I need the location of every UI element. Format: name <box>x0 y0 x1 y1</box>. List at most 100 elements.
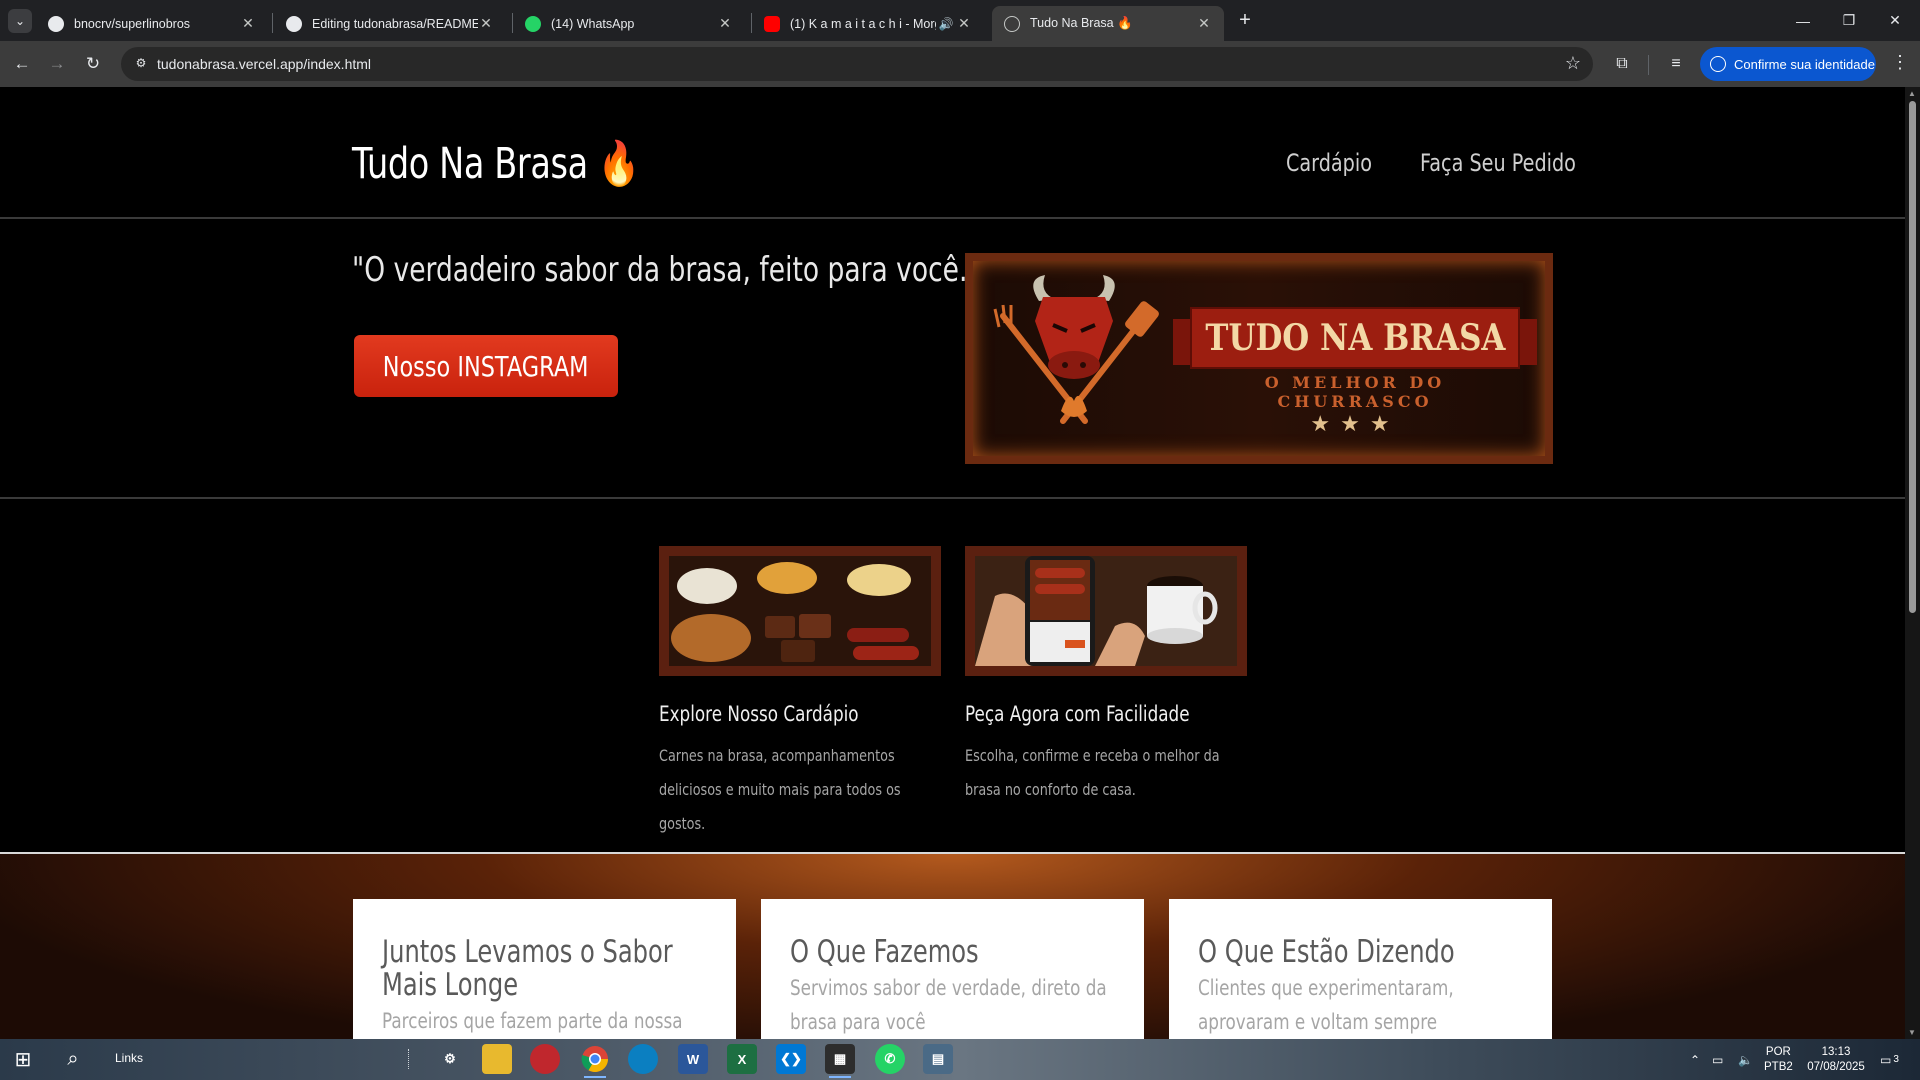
card-subtitle: Clientes que experimentaram, aprovaram e… <box>1198 976 1454 1034</box>
volume-icon[interactable]: 🔈 <box>1738 1039 1753 1080</box>
card-title: O Que Fazemos <box>790 934 979 970</box>
food-platter-icon <box>669 556 931 666</box>
reload-icon: ↻ <box>85 54 101 73</box>
header-divider <box>0 217 1905 219</box>
links-toolbar[interactable]: Links <box>115 1051 143 1065</box>
excel-icon[interactable]: X <box>727 1044 757 1074</box>
instagram-button[interactable]: Nosso INSTAGRAM <box>354 335 618 397</box>
windows-start-icon[interactable]: ⊞ <box>0 1039 46 1080</box>
search-icon[interactable]: ⌕ <box>52 1039 94 1080</box>
tab-separator <box>272 13 273 33</box>
opera-icon[interactable] <box>530 1044 560 1074</box>
profile-icon <box>1710 56 1726 72</box>
github-icon <box>286 15 302 32</box>
feature-title-pedido: Peça Agora com Facilidade <box>965 702 1190 726</box>
banner-ribbon: TUDO NA BRASA <box>1190 307 1520 369</box>
word-icon[interactable]: W <box>678 1044 708 1074</box>
hero-divider <box>0 497 1905 499</box>
web-page: Tudo Na Brasa 🔥 Cardápio Faça Seu Pedido… <box>0 87 1905 1039</box>
language-indicator[interactable]: POR PTB2 <box>1764 1045 1793 1075</box>
plus-icon: + <box>1239 9 1251 31</box>
arrow-right-icon: → <box>48 54 66 73</box>
toolbar-divider <box>1648 55 1649 75</box>
restore-button[interactable]: ❐ <box>1826 0 1872 41</box>
tab-search-button[interactable]: ⌄ <box>8 9 32 33</box>
globe-icon <box>1004 15 1020 32</box>
scroll-up-icon[interactable]: ▲ <box>1908 89 1916 98</box>
phone-order-icon <box>975 556 1237 666</box>
identity-label: Confirme sua identidade <box>1734 56 1875 72</box>
banner-stars: ★★★ <box>1310 412 1400 437</box>
scroll-down-icon[interactable]: ▼ <box>1908 1028 1916 1037</box>
card-title: O Que Estão Dizendo <box>1198 934 1455 970</box>
close-icon[interactable]: ✕ <box>240 15 256 32</box>
github-icon <box>48 15 64 32</box>
order-phone-image[interactable] <box>965 546 1247 676</box>
identity-button[interactable]: Confirme sua identidade <box>1700 47 1876 81</box>
tab-github-superlinobros[interactable]: bnocrv/superlinobros ✕ <box>36 6 268 41</box>
tab-strip: ⌄ bnocrv/superlinobros ✕ Editing tudonab… <box>0 0 1920 41</box>
browser-toolbar: ← → ↻ ⚙ tudonabrasa.vercel.app/index.htm… <box>0 41 1920 87</box>
vscode-icon[interactable]: ❮❯ <box>776 1044 806 1074</box>
whatsapp-icon[interactable]: ✆ <box>875 1044 905 1074</box>
extensions-icon[interactable]: ⧉ <box>1610 52 1634 76</box>
back-button[interactable]: ← <box>9 51 35 77</box>
close-icon[interactable]: ✕ <box>717 15 733 32</box>
close-icon[interactable]: ✕ <box>956 15 972 32</box>
scrollbar-thumb[interactable] <box>1909 101 1916 613</box>
taskbar: ⊞ ⌕ Links ⚙ W X ❮❯ ▦ ✆ ▤ ⌃ ▭ 🔈 POR PTB2 … <box>0 1039 1920 1080</box>
whatsapp-icon <box>525 15 541 32</box>
site-logo[interactable]: Tudo Na Brasa 🔥 <box>352 139 640 189</box>
banner-subtitle: O MELHOR DO CHURRASCO <box>1264 373 1446 411</box>
chevron-down-icon: ⌄ <box>14 14 26 28</box>
feature-desc-pedido: Escolha, confirme e receba o melhor da b… <box>965 746 1220 799</box>
network-icon[interactable]: ▭ <box>1712 1039 1723 1080</box>
media-control-icon[interactable]: ≡ <box>1664 52 1688 76</box>
tab-youtube[interactable]: (1) K a m a i t a c h i - Morg 🔊 ✕ <box>752 6 984 41</box>
bookmark-star-icon[interactable]: ☆ <box>1565 53 1581 74</box>
minimize-button[interactable]: — <box>1780 0 1826 41</box>
banner-title: TUDO NA BRASA <box>1204 317 1506 359</box>
menu-kebab-icon[interactable]: ⋮ <box>1890 52 1910 73</box>
tab-whatsapp[interactable]: (14) WhatsApp ✕ <box>513 6 745 41</box>
tray-chevron-up-icon[interactable]: ⌃ <box>1690 1039 1700 1080</box>
file-explorer-icon[interactable] <box>482 1044 512 1074</box>
menu-food-image[interactable] <box>659 546 941 676</box>
url-text[interactable]: tudonabrasa.vercel.app/index.html <box>157 56 371 72</box>
close-icon[interactable]: ✕ <box>1196 15 1212 32</box>
close-icon[interactable]: ✕ <box>478 15 494 32</box>
nav-cardapio[interactable]: Cardápio <box>1286 149 1372 177</box>
speaker-icon[interactable]: 🔊 <box>936 17 956 31</box>
card-title: Juntos Levamos o Sabor Mais Longe <box>382 934 673 1003</box>
video-editor-icon[interactable]: ▦ <box>825 1044 855 1078</box>
close-window-button[interactable]: ✕ <box>1872 0 1918 41</box>
settings-gear-icon[interactable]: ⚙ <box>435 1044 465 1074</box>
card-o-que-fazemos: O Que Fazemos Servimos sabor de verdade,… <box>761 899 1144 1039</box>
new-tab-button[interactable]: + <box>1232 8 1258 34</box>
chrome-logo <box>581 1046 609 1073</box>
tab-tudo-na-brasa[interactable]: Tudo Na Brasa 🔥 ✕ <box>992 6 1224 41</box>
notification-center-icon[interactable]: ▭ 3 <box>1880 1039 1899 1080</box>
page-scrollbar[interactable]: ▲ ▼ <box>1905 87 1920 1039</box>
nav-faca-seu-pedido[interactable]: Faça Seu Pedido <box>1420 149 1576 177</box>
hero-slogan: "O verdadeiro sabor da brasa, feito para… <box>352 250 980 290</box>
card-subtitle: Servimos sabor de verdade, direto da bra… <box>790 976 1107 1034</box>
youtube-icon <box>764 15 780 32</box>
system-clock[interactable]: 13:13 07/08/2025 <box>1800 1045 1872 1075</box>
feature-desc-cardapio: Carnes na brasa, acompanhamentos delicio… <box>659 746 901 833</box>
chrome-icon[interactable] <box>580 1044 610 1078</box>
toolbar-grip <box>408 1049 410 1069</box>
feature-title-cardapio: Explore Nosso Cardápio <box>659 702 859 726</box>
notification-count: 3 <box>1893 1054 1899 1065</box>
tab-github-readme[interactable]: Editing tudonabrasa/README.m ✕ <box>274 6 506 41</box>
forward-button[interactable]: → <box>44 51 70 77</box>
arrow-left-icon: ← <box>13 54 31 73</box>
address-bar[interactable]: ⚙ tudonabrasa.vercel.app/index.html ☆ <box>121 47 1593 81</box>
reload-button[interactable]: ↻ <box>80 51 106 77</box>
calculator-icon[interactable]: ▤ <box>923 1044 953 1074</box>
site-info-icon[interactable]: ⚙ <box>133 56 149 72</box>
card-parceiros: Juntos Levamos o Sabor Mais Longe Parcei… <box>353 899 736 1039</box>
brand-banner: TUDO NA BRASA O MELHOR DO CHURRASCO ★★★ <box>965 253 1553 464</box>
edge-icon[interactable] <box>628 1044 658 1074</box>
card-subtitle: Parceiros que fazem parte da nossa recei… <box>382 1009 683 1033</box>
